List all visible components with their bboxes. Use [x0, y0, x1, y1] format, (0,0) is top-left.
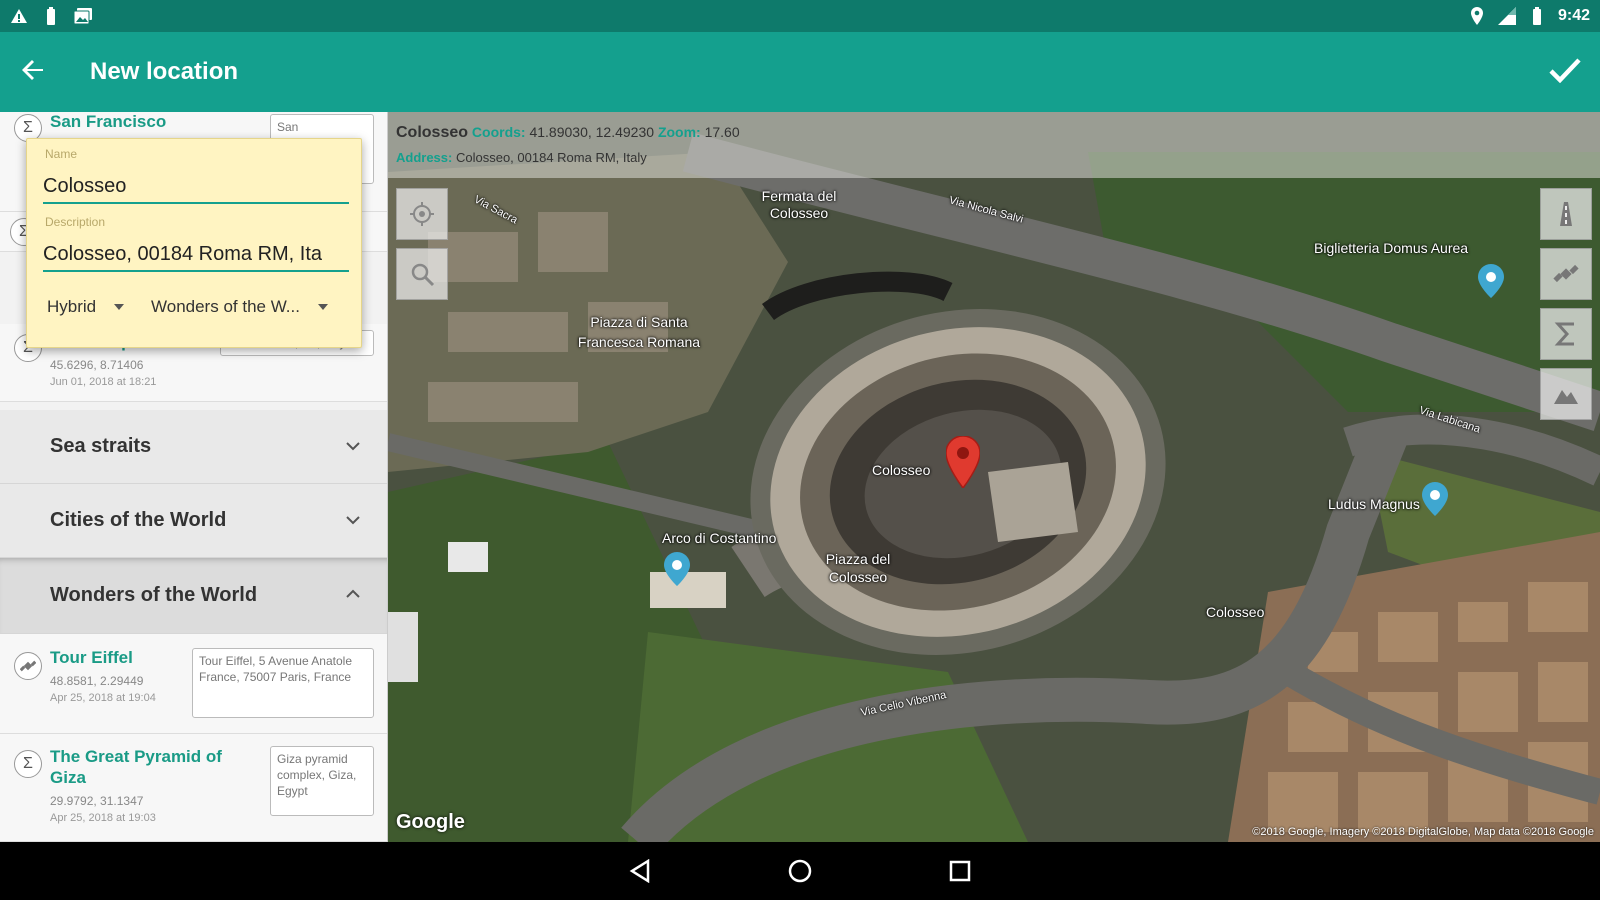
map-label-colosseo-metro: Colosseo [1206, 604, 1265, 620]
location-icon [1468, 7, 1486, 25]
group-label: Cities of the World [50, 509, 227, 531]
status-time: 9:42 [1557, 7, 1590, 24]
system-nav-bar [0, 842, 1600, 900]
terrain-view-button[interactable] [1540, 368, 1592, 420]
map-label-ludus-magnus: Ludus Magnus [1328, 496, 1420, 512]
group-value: Wonders of the W... [151, 297, 300, 316]
group-label: Wonders of the World [50, 584, 258, 606]
road-icon [1560, 202, 1572, 226]
map-view[interactable]: Colosseo Coords: 41.89030, 12.49230 Zoom… [388, 112, 1600, 842]
photo-icon [74, 7, 92, 25]
location-pin-icon[interactable] [946, 436, 980, 488]
my-location-button[interactable] [396, 188, 448, 240]
list-item[interactable]: Tour Eiffel 48.8581, 2.29449 Apr 25, 201… [0, 634, 387, 734]
nav-recents-button[interactable] [944, 855, 976, 887]
chevron-down-icon [346, 442, 360, 451]
list-item-date: Apr 25, 2018 at 19:03 [50, 812, 156, 824]
list-item-date: Jun 01, 2018 at 18:21 [50, 376, 157, 388]
zoom-value: 17.60 [704, 124, 740, 140]
group-label: Sea straits [50, 435, 152, 457]
name-field[interactable]: Colosseo [43, 175, 349, 204]
battery-saver-icon [42, 7, 60, 25]
back-triangle-icon [629, 859, 650, 883]
home-circle-icon [788, 859, 812, 883]
description-label: Description [45, 215, 106, 229]
satellite-icon [14, 652, 42, 680]
map-type-value: Hybrid [47, 297, 97, 316]
poi-marker-icon[interactable] [1422, 482, 1448, 516]
crosshair-icon [410, 202, 434, 226]
road-view-button[interactable] [1540, 188, 1592, 240]
description-field[interactable]: Colosseo, 00184 Roma RM, Ita [43, 243, 349, 272]
list-item-name: San Francisco [50, 112, 167, 131]
page-title: New location [90, 58, 239, 85]
chevron-down-icon [346, 516, 360, 525]
battery-icon [1528, 7, 1546, 25]
name-label: Name [45, 147, 78, 161]
checkmark-icon [1549, 57, 1581, 88]
list-item-name: The Great Pyramid of Giza [50, 747, 222, 787]
search-button[interactable] [396, 248, 448, 300]
map-copyright: ©2018 Google, Imagery ©2018 DigitalGlobe… [1252, 826, 1594, 838]
sigma-icon [1554, 322, 1574, 346]
satellite-imagery [388, 112, 1600, 842]
map-label-piazza-santa: Piazza di Santa Francesca Romana [577, 314, 701, 350]
zoom-label: Zoom: [657, 124, 701, 140]
back-button[interactable] [0, 32, 66, 112]
poi-marker-icon[interactable] [664, 552, 690, 586]
map-label-biglietteria: Biglietteria Domus Aurea [1314, 240, 1469, 256]
group-cities-of-the-world[interactable]: Cities of the World [0, 484, 387, 558]
satellite-icon [1553, 264, 1579, 283]
coords-label: Coords: [471, 124, 526, 140]
list-item-coords: 45.6296, 8.71406 [50, 358, 144, 372]
chevron-up-icon [346, 589, 360, 598]
status-bar: 9:42 [0, 0, 1600, 32]
list-item-description: Giza pyramid complex, Giza, Egypt [270, 746, 374, 816]
confirm-button[interactable] [1530, 32, 1600, 112]
group-select[interactable]: Wonders of the W... [151, 297, 328, 317]
search-icon [411, 263, 435, 287]
dropdown-arrow-icon [114, 304, 125, 310]
map-type-select[interactable]: Hybrid [47, 297, 125, 317]
app-bar: New location [0, 32, 1600, 112]
group-wonders-of-the-world[interactable]: Wonders of the World [0, 558, 387, 634]
warning-icon [10, 7, 28, 25]
poi-marker-icon[interactable] [1478, 264, 1504, 298]
list-item-name: Tour Eiffel [50, 648, 133, 667]
coords-value: 41.89030, 12.49230 [529, 124, 655, 140]
list-item-date: Apr 25, 2018 at 19:04 [50, 692, 156, 704]
google-logo: Google [396, 811, 465, 833]
address-label: Address: [396, 150, 453, 165]
map-label-arco: Arco di Costantino [662, 530, 777, 546]
map-label-piazza-colosseo: Piazza del Colosseo [825, 551, 891, 585]
map-label-fermata: Fermata del Colosseo [761, 188, 837, 221]
address-value: Colosseo, 00184 Roma RM, Italy [455, 150, 647, 165]
group-sea-straits[interactable]: Sea straits [0, 410, 387, 484]
hybrid-view-button[interactable] [1540, 308, 1592, 360]
mountain-icon [1554, 390, 1578, 404]
nav-back-button[interactable] [624, 855, 656, 887]
new-location-form: Name Colosseo Description Colosseo, 0018… [26, 138, 362, 348]
nav-home-button[interactable] [784, 855, 816, 887]
list-item-description: Tour Eiffel, 5 Avenue Anatole France, 75… [192, 648, 374, 718]
map-info-panel: Colosseo Coords: 41.89030, 12.49230 Zoom… [388, 112, 1600, 178]
map-place-title: Colosseo [396, 124, 469, 141]
recents-square-icon [949, 860, 971, 882]
list-item[interactable]: Σ The Great Pyramid of Giza 29.9792, 31.… [0, 734, 387, 842]
list-item-coords: 48.8581, 2.29449 [50, 674, 144, 688]
dropdown-arrow-icon [317, 304, 328, 310]
signal-icon [1497, 7, 1516, 25]
sigma-icon: Σ [14, 750, 42, 778]
satellite-view-button[interactable] [1540, 248, 1592, 300]
list-item-coords: 29.9792, 31.1347 [50, 794, 144, 808]
arrow-back-icon [22, 59, 44, 86]
map-label-colosseo: Colosseo [872, 462, 931, 478]
